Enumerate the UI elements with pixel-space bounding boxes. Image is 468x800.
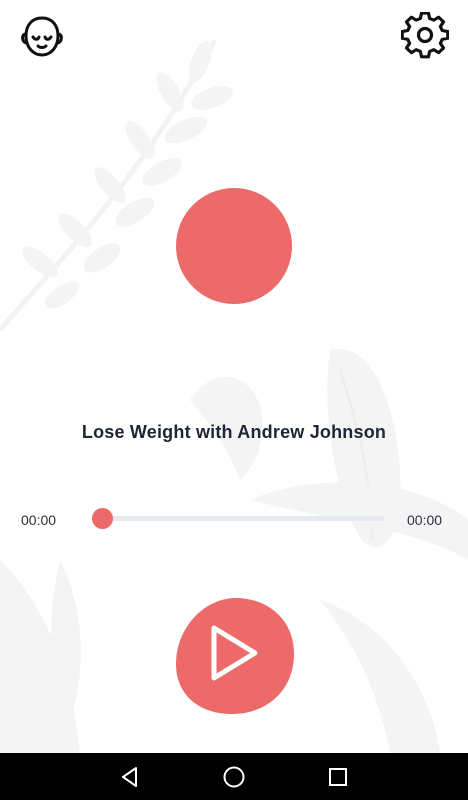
nav-home-button[interactable] [214, 759, 254, 795]
home-circle-icon [223, 766, 245, 788]
play-button[interactable] [174, 596, 296, 716]
recents-square-icon [329, 768, 347, 786]
progress-slider[interactable] [92, 516, 384, 521]
system-navigation-bar [0, 753, 468, 800]
nav-back-button[interactable] [110, 759, 150, 795]
track-artwork-circle [176, 188, 292, 304]
nav-recents-button[interactable] [318, 759, 358, 795]
profile-button[interactable] [18, 12, 66, 60]
play-button-blob [176, 598, 294, 714]
progress-slider-thumb[interactable] [92, 508, 113, 529]
gear-icon [401, 12, 449, 59]
track-title: Lose Weight with Andrew Johnson [81, 422, 387, 442]
current-time-label: 00:00 [21, 512, 57, 528]
player-screen: Lose Weight with Andrew Johnson 00:00 00… [0, 0, 468, 753]
total-time-label: 00:00 [407, 512, 443, 528]
back-triangle-icon [122, 767, 137, 787]
settings-button[interactable] [401, 12, 449, 60]
meditating-face-icon [21, 16, 63, 57]
